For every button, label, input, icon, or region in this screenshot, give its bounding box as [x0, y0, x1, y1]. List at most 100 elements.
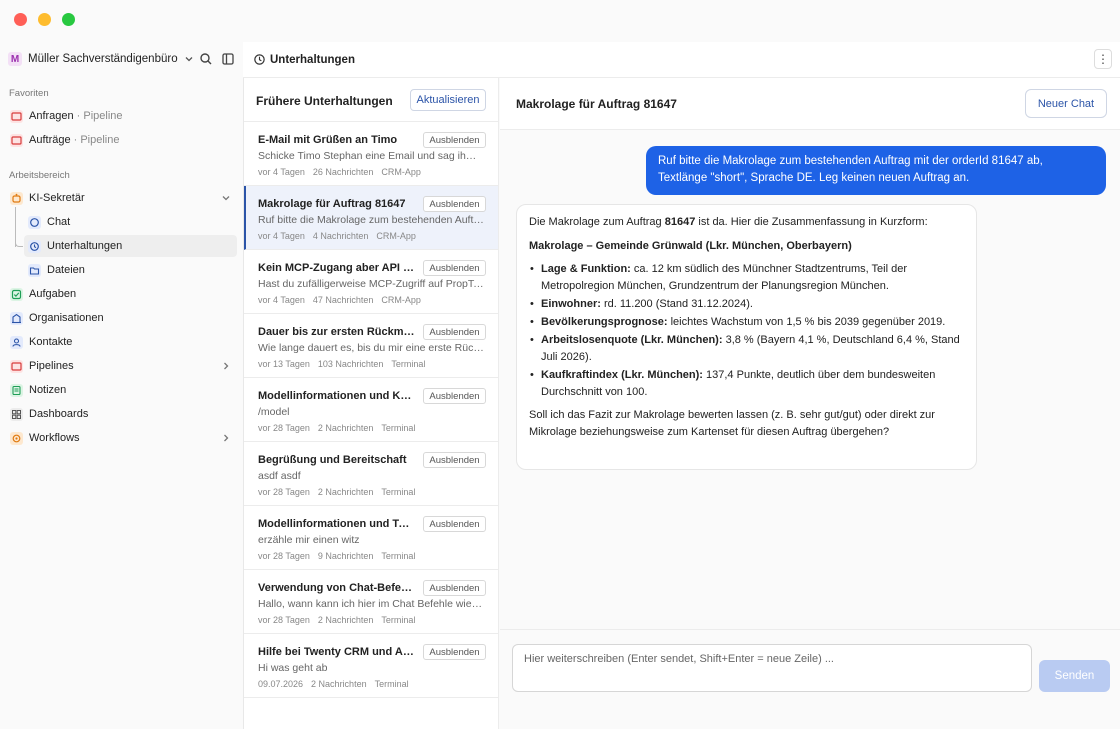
- assistant-message: Die Makrolage zum Auftrag 81647 ist da. …: [516, 204, 977, 470]
- favorite-sub: · Pipeline: [76, 110, 123, 122]
- conversation-meta: vor 28 Tagen 2 Nachrichten Terminal: [258, 615, 423, 625]
- chat-title: Makrolage für Auftrag 81647: [516, 97, 677, 111]
- conversation-meta: vor 28 Tagen 2 Nachrichten Terminal: [258, 487, 423, 497]
- history-icon: [254, 54, 265, 65]
- conversation-item-selected[interactable]: Makrolage für Auftrag 81647 Ausblenden R…: [244, 186, 498, 250]
- sidebar-item-unterhaltungen[interactable]: Unterhaltungen: [24, 235, 237, 257]
- hide-button[interactable]: Ausblenden: [423, 196, 486, 212]
- conversation-source: Terminal: [381, 551, 416, 561]
- hide-button[interactable]: Ausblenden: [423, 580, 486, 596]
- assistant-bullet-list: Lage & Funktion: ca. 12 km südlich des M…: [529, 261, 964, 401]
- new-chat-button[interactable]: Neuer Chat: [1025, 89, 1107, 118]
- sidebar-item-kontakte[interactable]: Kontakte: [6, 331, 237, 353]
- conversation-count: 4 Nachrichten: [312, 231, 369, 241]
- intro-text: ist da. Hier die Zusammenfassung in Kurz…: [695, 216, 928, 228]
- chevron-down-icon: [185, 57, 193, 62]
- hide-button[interactable]: Ausblenden: [423, 260, 486, 276]
- sidebar-item-chat[interactable]: Chat: [24, 211, 237, 233]
- sidebar-item-workflows[interactable]: Workflows: [6, 427, 237, 449]
- assistant-heading: Makrolage – Gemeinde Grünwald (Lkr. Münc…: [529, 240, 852, 252]
- conversation-meta: 09.07.2026 2 Nachrichten Terminal: [258, 679, 417, 689]
- sidebar-item-ki-sekretaer[interactable]: KI-Sekretär: [6, 187, 237, 209]
- sidebar-item-aufgaben[interactable]: Aufgaben: [6, 283, 237, 305]
- conversation-preview: Hallo, wann kann ich hier im Chat Befehl…: [258, 598, 484, 610]
- hide-button[interactable]: Ausblenden: [423, 452, 486, 468]
- conversation-title: Dauer bis zur ersten Rückmeldung: [258, 326, 416, 338]
- favorite-anfragen[interactable]: Anfragen · Pipeline: [6, 105, 237, 127]
- favorite-sub: · Pipeline: [73, 134, 120, 146]
- conversation-item[interactable]: E-Mail mit Grüßen an Timo Ausblenden Sch…: [244, 122, 498, 186]
- favorite-auftraege[interactable]: Aufträge · Pipeline: [6, 129, 237, 151]
- conversation-item[interactable]: Modellinformationen und Tweaks Ausblende…: [244, 506, 498, 570]
- conversation-age: vor 28 Tagen: [258, 615, 310, 625]
- conversation-item[interactable]: Dauer bis zur ersten Rückmeldung Ausblen…: [244, 314, 498, 378]
- bullet-key: Bevölkerungsprognose:: [541, 316, 668, 328]
- minimize-window-button[interactable]: [38, 13, 51, 26]
- building-icon: [10, 311, 23, 325]
- bullet-item: Lage & Funktion: ca. 12 km südlich des M…: [529, 261, 964, 295]
- search-icon[interactable]: [198, 51, 214, 67]
- sidebar-item-dateien[interactable]: Dateien: [24, 259, 237, 281]
- conversation-title: Modellinformationen und Tweaks: [258, 518, 416, 530]
- sidebar-item-dashboards[interactable]: Dashboards: [6, 403, 237, 425]
- conversation-item[interactable]: Kein MCP-Zugang aber API verfügbar Ausbl…: [244, 250, 498, 314]
- chevron-right-icon: [224, 434, 229, 442]
- sidebar-item-label: Workflows: [29, 432, 80, 444]
- history-icon: [28, 239, 41, 253]
- conversation-source: Terminal: [374, 679, 409, 689]
- conversation-count: 2 Nachrichten: [317, 487, 374, 497]
- bullet-key: Einwohner:: [541, 298, 601, 310]
- favorites-section-label: Favoriten: [9, 88, 49, 99]
- conversation-title: Kein MCP-Zugang aber API verfügbar: [258, 262, 416, 274]
- conversation-item[interactable]: Hilfe bei Twenty CRM und Anfragen Ausble…: [244, 634, 498, 698]
- workspace-name: Müller Sachverständigenbüro: [28, 53, 178, 65]
- chevron-down-icon: [222, 196, 230, 201]
- conversation-age: vor 13 Tagen: [258, 359, 310, 369]
- refresh-button[interactable]: Aktualisieren: [410, 89, 486, 111]
- close-window-button[interactable]: [14, 13, 27, 26]
- conversation-source: CRM-App: [381, 295, 421, 305]
- conversation-age: vor 28 Tagen: [258, 423, 310, 433]
- sidebar-item-label: Kontakte: [29, 336, 73, 348]
- note-icon: [10, 383, 23, 397]
- conversation-preview: Schicke Timo Stephan eine Email und sag …: [258, 150, 484, 162]
- conversation-count: 26 Nachrichten: [312, 167, 374, 177]
- more-options-button[interactable]: ⋮: [1094, 49, 1112, 69]
- conversation-title: E-Mail mit Grüßen an Timo: [258, 134, 398, 146]
- conversation-source: CRM-App: [376, 231, 416, 241]
- order-id: 81647: [664, 216, 696, 228]
- conversation-item[interactable]: Verwendung von Chat-Befehlen Ausblenden …: [244, 570, 498, 634]
- robot-icon: [10, 191, 23, 205]
- conversation-list: Frühere Unterhaltungen Aktualisieren E-M…: [244, 78, 499, 729]
- message-input[interactable]: [512, 644, 1032, 692]
- workflow-icon: [10, 431, 23, 445]
- conversation-meta: vor 28 Tagen 9 Nachrichten Terminal: [258, 551, 423, 561]
- sidebar-toggle-icon[interactable]: [220, 51, 236, 67]
- sidebar-item-organisationen[interactable]: Organisationen: [6, 307, 237, 329]
- conversation-age: vor 28 Tagen: [258, 551, 310, 561]
- conversation-item[interactable]: Begrüßung und Bereitschaft Ausblenden as…: [244, 442, 498, 506]
- conversation-age: vor 28 Tagen: [258, 487, 310, 497]
- send-button[interactable]: Senden: [1039, 660, 1110, 692]
- sidebar-item-pipelines[interactable]: Pipelines: [6, 355, 237, 377]
- conversation-title: Begrüßung und Bereitschaft: [258, 454, 407, 466]
- conversation-title: Modellinformationen und Konfiguration: [258, 390, 416, 402]
- hide-button[interactable]: Ausblenden: [423, 324, 486, 340]
- conversation-list-header: Frühere Unterhaltungen Aktualisieren: [244, 78, 498, 122]
- conversation-count: 9 Nachrichten: [317, 551, 374, 561]
- conversation-count: 2 Nachrichten: [317, 423, 374, 433]
- conversation-preview: erzähle mir einen witz: [258, 534, 360, 546]
- workspace-switcher[interactable]: M Müller Sachverständigenbüro: [8, 50, 236, 68]
- maximize-window-button[interactable]: [62, 13, 75, 26]
- bullet-item: Arbeitslosenquote (Lkr. München): 3,8 % …: [529, 332, 964, 366]
- conversation-count: 47 Nachrichten: [312, 295, 374, 305]
- hide-button[interactable]: Ausblenden: [423, 644, 486, 660]
- conversation-source: Terminal: [381, 615, 416, 625]
- sidebar-item-notizen[interactable]: Notizen: [6, 379, 237, 401]
- conversation-item[interactable]: Modellinformationen und Konfiguration Au…: [244, 378, 498, 442]
- hide-button[interactable]: Ausblenden: [423, 516, 486, 532]
- hide-button[interactable]: Ausblenden: [423, 388, 486, 404]
- hide-button[interactable]: Ausblenden: [423, 132, 486, 148]
- checkbox-icon: [10, 287, 23, 301]
- conversation-age: vor 4 Tagen: [258, 231, 305, 241]
